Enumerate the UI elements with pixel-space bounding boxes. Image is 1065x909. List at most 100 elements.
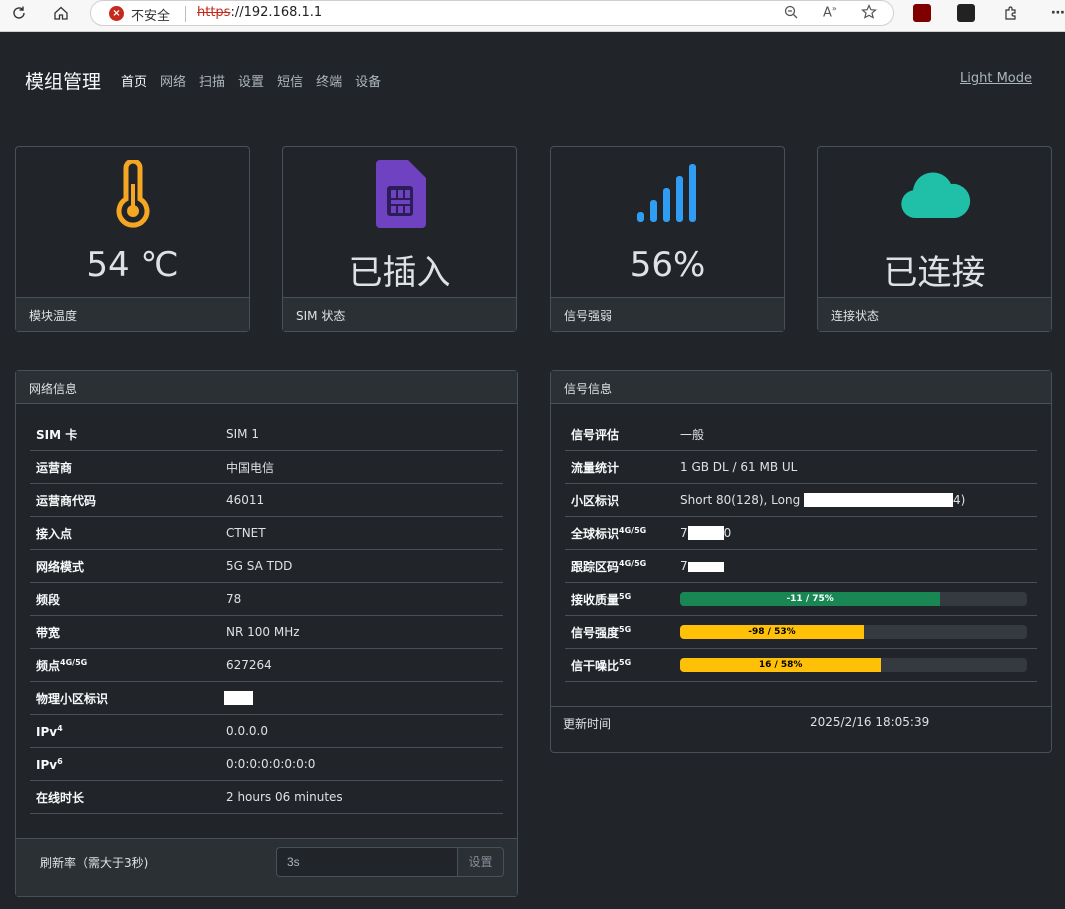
- sim-status-card: 已插入 SIM 状态: [282, 146, 517, 332]
- signal-strength-card: 56% 信号强弱: [550, 146, 785, 332]
- extensions-puzzle-icon[interactable]: [996, 0, 1026, 26]
- row-value: 0.0.0.0: [226, 724, 268, 738]
- sim-status-value: 已插入: [348, 253, 451, 293]
- url-text[interactable]: https://192.168.1.1: [197, 5, 322, 20]
- home-icon[interactable]: [46, 0, 76, 26]
- cloud-icon: [818, 160, 1051, 228]
- row-key: 接收质量5G: [565, 591, 680, 608]
- row-value: 627264: [226, 658, 272, 672]
- table-row: 信干噪比5G 16 / 58%: [565, 649, 1037, 682]
- nav-item-device[interactable]: 设备: [355, 71, 381, 90]
- table-row: 物理小区标识: [30, 682, 503, 715]
- row-key: 小区标识: [571, 493, 620, 508]
- row-key: 频点4G/5G: [30, 657, 226, 674]
- row-key: 接入点: [36, 526, 73, 541]
- row-key-text: IPv: [36, 757, 58, 772]
- redacted-block: [687, 561, 724, 572]
- row-key: IPv4: [30, 724, 226, 739]
- table-row: 接入点 CTNET: [30, 517, 503, 550]
- row-key: 带宽: [36, 625, 61, 640]
- browser-toolbar: × 不安全 https://192.168.1.1 A» ⋯: [0, 0, 1065, 32]
- temperature-label: 模块温度: [16, 297, 249, 331]
- refresh-rate-input[interactable]: [276, 847, 458, 877]
- row-key: 运营商代码: [36, 493, 97, 508]
- signal-bars-icon: [551, 160, 784, 228]
- row-key-text: 频点: [36, 658, 61, 673]
- rsrp-progress-bar: -98 / 53%: [680, 625, 864, 639]
- thermometer-icon: [16, 160, 249, 228]
- row-value: 78: [226, 592, 242, 606]
- update-time-label: 更新时间: [563, 717, 612, 731]
- table-row: 流量统计 1 GB DL / 61 MB UL: [565, 451, 1037, 484]
- connection-status-label: 连接状态: [818, 297, 1051, 331]
- not-secure-icon[interactable]: ×: [109, 6, 124, 21]
- row-key: 网络模式: [36, 559, 85, 574]
- network-info-table: SIM 卡 SIM 1 运营商 中国电信 运营商代码 46011 接入点 CTNET 网…: [30, 418, 503, 814]
- redacted-block: [804, 493, 954, 508]
- connection-status-value: 已连接: [883, 253, 986, 293]
- row-key-sup: 5G: [619, 624, 632, 634]
- nav-item-terminal[interactable]: 终端: [316, 71, 342, 90]
- table-row: 在线时长 2 hours 06 minutes: [30, 781, 503, 814]
- table-row: 小区标识 Short 80(128), Long 4): [565, 484, 1037, 517]
- row-key-text: 跟踪区码: [571, 559, 620, 574]
- row-key: 跟踪区码4G/5G: [565, 558, 680, 575]
- sinr-progress: 16 / 58%: [680, 658, 1027, 672]
- nav-item-home[interactable]: 首页: [121, 71, 147, 90]
- row-value: 2 hours 06 minutes: [226, 790, 343, 804]
- row-value: 一般: [680, 427, 705, 442]
- table-row: 频点4G/5G 627264: [30, 649, 503, 682]
- network-info-title: 网络信息: [16, 371, 517, 404]
- nav-item-network[interactable]: 网络: [160, 71, 186, 90]
- nav-item-settings[interactable]: 设置: [238, 71, 264, 90]
- refresh-footer: 刷新率（需大于3秒) 设置: [16, 838, 517, 896]
- zoom-icon[interactable]: [783, 4, 799, 24]
- table-row: 信号强度5G -98 / 53%: [565, 616, 1037, 649]
- ublock-extension-icon[interactable]: [913, 4, 931, 22]
- refresh-set-button[interactable]: 设置: [457, 847, 504, 877]
- read-aloud-icon[interactable]: A»: [823, 4, 837, 20]
- address-bar[interactable]: × 不安全 https://192.168.1.1 A»: [90, 0, 894, 26]
- table-row: 带宽 NR 100 MHz: [30, 616, 503, 649]
- not-secure-label[interactable]: 不安全: [131, 5, 170, 24]
- sim-status-label: SIM 状态: [283, 297, 516, 331]
- light-mode-toggle[interactable]: Light Mode: [960, 71, 1032, 86]
- global-id-suffix: 0: [723, 525, 732, 540]
- refresh-rate-label: 刷新率（需大于3秒): [40, 856, 149, 870]
- row-key: 运营商: [36, 460, 73, 475]
- row-value: NR 100 MHz: [226, 625, 300, 639]
- row-key-sup: 5G: [619, 657, 632, 667]
- sim-card-icon: [283, 160, 516, 228]
- row-key: 在线时长: [36, 790, 85, 805]
- row-key: 信干噪比5G: [565, 657, 680, 674]
- table-row: 频段 78: [30, 583, 503, 616]
- row-value: [224, 691, 253, 706]
- signal-info-panel: 信号信息 信号评估 一般 流量统计 1 GB DL / 61 MB UL 小区标识 S…: [550, 370, 1052, 753]
- main-nav: 首页 网络 扫描 设置 短信 终端 设备: [121, 71, 394, 90]
- row-key: 频段: [36, 592, 61, 607]
- table-row: SIM 卡 SIM 1: [30, 418, 503, 451]
- row-key-text: 信号强度: [571, 625, 620, 640]
- row-value: 7: [680, 559, 724, 573]
- more-menu-icon[interactable]: ⋯: [1043, 0, 1065, 26]
- reload-icon[interactable]: [4, 0, 34, 26]
- update-time-footer: 更新时间 2025/2/16 18:05:39: [551, 706, 1051, 752]
- redacted-block: [224, 691, 253, 706]
- row-key-sup: 4: [57, 723, 63, 733]
- row-value: 中国电信: [226, 460, 275, 475]
- row-key-text: 信干噪比: [571, 658, 620, 673]
- cell-id-suffix: 4): [953, 492, 966, 507]
- row-value: 0:0:0:0:0:0:0:0: [226, 757, 316, 771]
- row-key: 信号评估: [571, 427, 620, 442]
- brand-title[interactable]: 模组管理: [25, 67, 101, 94]
- sinr-progress-bar: 16 / 58%: [680, 658, 882, 672]
- extension-icon[interactable]: [957, 4, 975, 22]
- favorite-star-icon[interactable]: [861, 4, 877, 24]
- row-key: IPv6: [30, 757, 226, 772]
- nav-item-scan[interactable]: 扫描: [199, 71, 225, 90]
- row-value: 70: [680, 526, 731, 541]
- row-value: SIM 1: [226, 427, 259, 441]
- address-separator: [185, 6, 186, 22]
- row-key: 物理小区标识: [36, 691, 109, 706]
- nav-item-sms[interactable]: 短信: [277, 71, 303, 90]
